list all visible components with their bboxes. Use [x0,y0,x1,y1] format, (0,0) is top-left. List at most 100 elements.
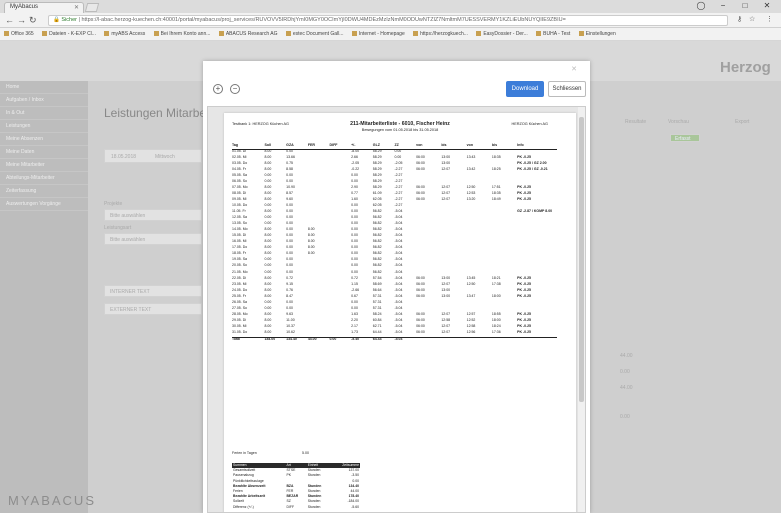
sidebar-item[interactable]: Abteilungs-Mitarbeiter [0,172,88,185]
project-select[interactable]: Bitte auswählen [104,209,202,221]
bookmark[interactable]: ABACUS Research AG [219,31,278,37]
minimize-icon[interactable]: − [716,1,730,10]
sidebar-item[interactable]: In & Out [0,107,88,120]
total-cell [466,336,492,344]
brand-logo: Herzog [720,59,771,76]
myabacus-logo: MYABACUS [8,493,96,508]
bookmark[interactable]: Internet - Homepage [352,31,405,37]
intern-section[interactable]: INTERNER TEXT [104,285,202,297]
reload-icon[interactable]: ↻ [29,15,37,26]
total-cell: 134.40 [286,336,308,344]
bookmarks-bar: Office 365 Dateien - K-EXP Cl... myABS A… [0,28,781,41]
bookmark[interactable]: Bei Ihrem Konto ann... [154,31,211,37]
key-icon[interactable]: ⚷ [737,15,742,23]
ferien-label: Ferien in Tagen [232,451,257,455]
column-header: von [466,143,492,151]
summary-table: Summen Art Einheit Zeitsumme Gesamtsollzeit… [232,463,360,510]
status-badge: Erfasst [670,134,700,142]
label-leistung: Leistungsart [104,225,132,231]
extern-section[interactable]: EXTERNER TEXT [104,303,202,315]
zoom-in-button[interactable]: + [213,84,223,94]
browser-tab[interactable]: MyAbacus ✕ [4,2,84,13]
summary-cell: DIFF [286,504,295,509]
total-cell [441,336,467,344]
bookmark[interactable]: Dateien - K-EXP Cl... [42,31,96,37]
browser-tab-bar: MyAbacus ✕ ◯ − □ ✕ [0,0,781,13]
leistung-select[interactable]: Bitte auswählen [104,233,202,245]
total-row: Total 184.00 134.40 44.00 0.00 -5.40 64.44 -5.0… [232,336,557,344]
total-cell: -5.40 [351,336,373,344]
tab-title: MyAbacus [10,4,39,10]
bookmark[interactable]: myABS Access [104,31,145,37]
column-header: bis [491,143,518,151]
table-body: 01.05. Di 8.00 0.00 -8.00 58.29 0.00 02.05. Mi… [232,149,557,344]
sidebar: Home Aufgaben / Inbox In & Out Leistunge… [0,81,88,513]
url-input[interactable]: 🔒 Sicher | https://l-abac.herzog-kuechen… [48,15,728,26]
summary-cell: -5.60 [351,504,359,509]
column-header: DIFF [329,143,352,151]
bookmark[interactable]: Office 365 [4,31,34,37]
url-text: https://l-abac.herzog-kuechen.ch:40001/p… [81,17,566,23]
close-tab-icon[interactable]: ✕ [74,4,79,11]
total-cell [491,336,518,344]
report-title: 211-Mitarbeiterliste - 6010, Fischer Hei… [350,121,450,127]
total-cell [416,336,442,344]
star-icon[interactable]: ☆ [749,15,755,23]
profile-icon[interactable]: ◯ [694,1,708,10]
report-page: Testbank 1: HERZOG Küchen AG HERZOG Küch… [224,113,576,512]
ferien-value: 5.00 [302,451,309,455]
report-preview-modal: ✕ + − Download Schliessen Testbank 1: HE… [203,61,590,513]
sidebar-item[interactable]: Home [0,81,88,94]
sidebar-item[interactable]: Auswertungen Vorgänge [0,198,88,211]
close-button[interactable]: Schliessen [548,81,586,97]
bookmark[interactable]: Einstellungen [579,31,616,37]
total-cell: -5.04 [394,336,417,344]
sidebar-item[interactable]: Leistungen [0,120,88,133]
bookmark[interactable]: estec Document Gall... [286,31,344,37]
right-value: 0.00 [620,369,630,375]
maximize-icon[interactable]: □ [738,1,752,10]
bookmark[interactable]: EasyDossier - Der... [476,31,527,37]
back-icon[interactable]: ← [5,15,14,25]
sidebar-item[interactable]: Zeiterfassung [0,185,88,198]
summary-cell: Differenz (+/-) [233,504,254,509]
tab-export[interactable]: Export [735,119,749,125]
close-window-icon[interactable]: ✕ [760,1,774,10]
total-cell: 184.00 [264,336,287,344]
close-modal-icon[interactable]: ✕ [571,65,577,73]
download-button[interactable]: Download [506,81,544,97]
secure-label: Sicher [61,17,77,23]
total-cell: 0.00 [329,336,352,344]
column-header: FER [307,143,330,151]
tab-resultate[interactable]: Resultate [625,119,646,125]
sidebar-item[interactable]: Meine Daten [0,146,88,159]
bookmark[interactable]: https://herzogkuech... [413,31,468,37]
scrollbar-thumb[interactable] [579,117,584,402]
right-value: 0.00 [620,414,630,420]
summary-body: Gesamtsollzeit STSE Stunden 137.00 Pausenabz… [232,468,360,510]
menu-icon[interactable]: ⋮ [766,15,773,23]
date-field[interactable]: 18.05.2018 Mittwoch [104,149,202,163]
right-value: 44.00 [620,385,633,391]
report-subtitle: Bewegungen vom 01.05.2018 bis 31.05.2018 [361,128,439,132]
label-project: Projekte [104,201,123,207]
bookmark[interactable]: BUHA - Test [536,31,570,37]
total-cell: Total [232,336,265,344]
right-value: 44.00 [620,353,633,359]
zoom-out-button[interactable]: − [230,84,240,94]
pdf-viewer[interactable]: Testbank 1: HERZOG Küchen AG HERZOG Küch… [207,106,586,513]
sidebar-item[interactable]: Aufgaben / Inbox [0,94,88,107]
column-header: Info [517,143,557,151]
summary-row: Differenz (+/-) DIFF Stunden -5.60 [232,505,360,510]
forward-icon[interactable]: → [17,15,26,25]
total-cell [517,336,557,344]
column-header: von [416,143,442,151]
summary-cell: Stunden [307,504,321,509]
new-tab-button[interactable] [84,3,100,12]
scrollbar[interactable] [578,107,585,512]
total-cell: 44.00 [307,336,330,344]
sidebar-item[interactable]: Meine Mitarbeiter [0,159,88,172]
time-table: Tag Soll GZA FER DIFF +/- GLZ ZZ von bis von bis Inf… [232,143,557,344]
sidebar-item[interactable]: Meine Absenzen [0,133,88,146]
tab-vorschau[interactable]: Vorschau [668,119,689,125]
